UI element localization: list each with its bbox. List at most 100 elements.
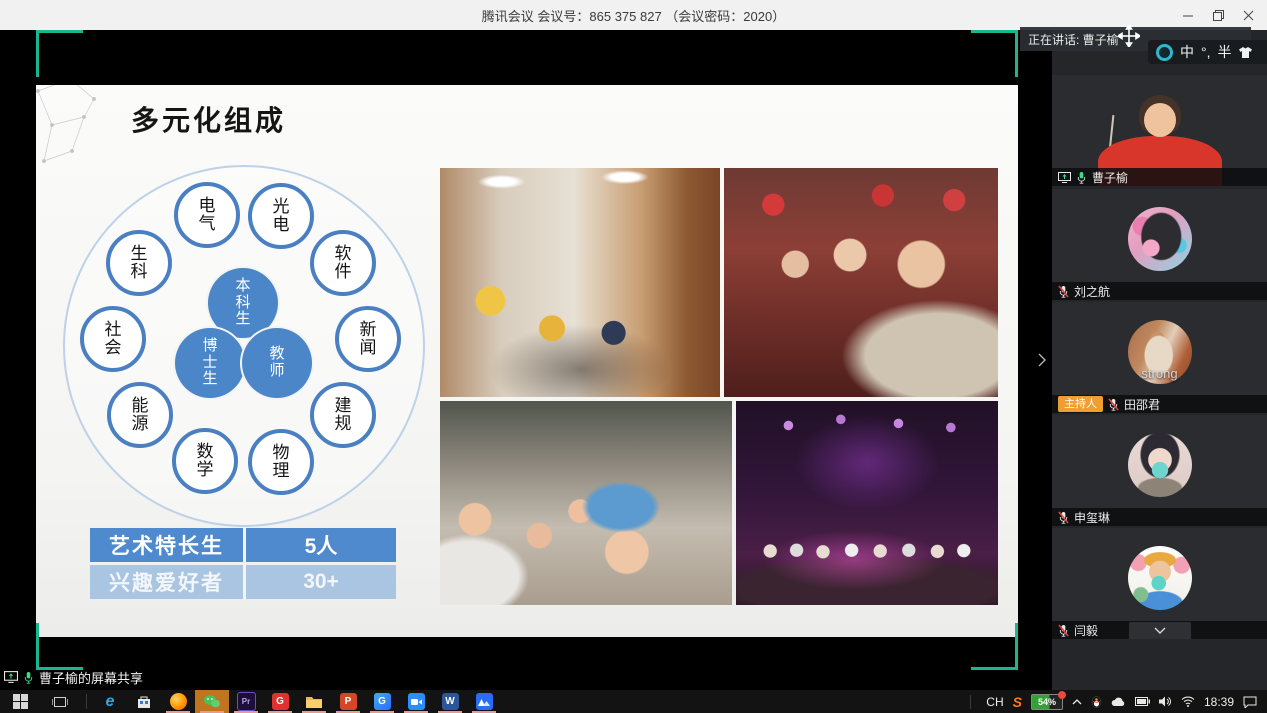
action-center-icon[interactable] [1243,696,1257,708]
window-title: 腾讯会议 会议号：865 375 827 （会议密码：2020） [482,6,785,25]
shared-slide: 多元化组成 电气 光电 软件 新闻 建规 物理 数学 能源 社会 生科 本科生 … [36,85,1018,637]
mic-muted-icon [1058,511,1069,524]
participants-sidebar: 曹子榆 刘之航 strong 主持人 田邵君 [1052,30,1267,690]
word-icon: W [442,693,459,710]
major-circle: 能源 [107,382,173,448]
store-icon [137,695,151,709]
participant-name: 曹子榆 [1092,169,1128,186]
language-indicator[interactable]: CH [986,695,1003,709]
screen-share-icon [4,671,18,683]
row-label: 艺术特长生 [90,528,246,562]
cloud-icon[interactable] [1111,697,1126,707]
restore-icon[interactable] [1203,2,1233,28]
group-selfie-theater [724,168,998,397]
ime-width-toggle[interactable]: 半 [1218,42,1232,62]
g-app-icon: G [374,693,391,710]
battery-percent: 54% [1038,697,1056,707]
firefox-icon [170,693,187,710]
major-circle: 软件 [310,230,376,296]
share-region-corner-bottom-left [36,623,83,670]
major-circle: 光电 [248,183,314,249]
participant-tile[interactable]: 申玺琳 [1052,415,1267,526]
battery-icon[interactable] [1135,697,1150,706]
taskbar-app-powerpoint[interactable]: P [331,690,365,713]
tray-separator [970,695,971,709]
table-row: 艺术特长生 5人 [90,528,396,562]
taskbar-app-blue-app[interactable] [467,690,501,713]
speaking-toast-label: 正在讲话: 曹子榆 [1028,31,1119,48]
group-photo-hall [440,168,720,397]
participant-tile[interactable]: 闫毅 [1052,528,1267,639]
minimize-icon[interactable] [1173,2,1203,28]
participant-center-label: strong [1052,366,1267,381]
wifi-icon[interactable] [1181,696,1195,707]
camera-icon [411,698,422,706]
window-controls [1173,0,1263,30]
row-label: 兴趣爱好者 [90,565,246,599]
mic-muted-icon [1108,398,1119,411]
shirt-icon[interactable] [1239,47,1252,58]
taskbar-app-meeting[interactable] [399,690,433,713]
share-region-corner-top-left [36,30,83,77]
system-tray: CH S 54% 18:39 [964,690,1267,713]
scroll-more-participants-button[interactable] [1129,622,1191,639]
participant-tile[interactable]: 刘之航 [1052,189,1267,300]
participant-name: 刘之航 [1074,283,1110,300]
screen-share-icon [1058,172,1071,183]
share-region-corner-bottom-right [971,623,1018,670]
task-view-icon [52,695,68,709]
taskbar-app-edge[interactable]: e [93,690,127,713]
taskbar-app-firefox[interactable] [161,690,195,713]
participant-name: 闫毅 [1074,622,1098,639]
share-region-corner-top-right [971,30,1018,77]
row-value: 30+ [246,565,396,599]
mic-muted-icon [1058,285,1069,298]
move-cursor-icon [1118,25,1140,47]
taskbar-separator [86,694,87,709]
task-view-button[interactable] [40,690,80,713]
taskbar-app-g-app[interactable]: G [365,690,399,713]
sogou-ime-icon[interactable]: S [1013,694,1022,710]
mic-on-icon [23,671,34,684]
row-value: 5人 [246,528,396,562]
taskbar-app-wechat[interactable] [195,690,229,713]
group-photo-stage [736,401,998,605]
host-badge: 主持人 [1058,396,1103,412]
participant-name: 田邵君 [1124,396,1160,413]
taskbar-app-word[interactable]: W [433,690,467,713]
taskbar-app-explorer[interactable] [297,690,331,713]
group-selfie-outdoor [440,401,732,605]
red-app-icon: G [272,693,289,710]
speaker-icon[interactable] [1159,696,1172,707]
close-icon[interactable] [1233,2,1263,28]
taskbar-app-store[interactable] [127,690,161,713]
ime-punctuation-toggle[interactable]: °, [1201,44,1211,60]
participant-tile[interactable]: strong 主持人 田邵君 [1052,302,1267,413]
wechat-icon [203,694,221,709]
participant-tile[interactable]: 曹子榆 [1052,75,1267,186]
tray-expand-caret-icon[interactable] [1072,699,1082,705]
ime-toolbar[interactable]: 中 °, 半 [1148,40,1267,64]
sidebar-collapse-handle[interactable] [1034,348,1050,372]
start-button[interactable] [0,690,40,713]
mic-on-icon [1076,171,1087,184]
qq-penguin-icon[interactable] [1091,695,1102,708]
window-titlebar: 腾讯会议 会议号：865 375 827 （会议密码：2020） [0,0,1267,30]
table-row: 兴趣爱好者 30+ [90,565,396,599]
major-circle: 新闻 [335,306,401,372]
file-explorer-icon [306,695,322,708]
avatar [1128,546,1192,610]
major-circle: 生科 [106,230,172,296]
clock[interactable]: 18:39 [1204,695,1234,709]
screen-share-status-banner: 曹子榆的屏幕共享 [4,667,143,687]
major-circle: 社会 [80,306,146,372]
sogou-ring-icon[interactable] [1156,44,1173,61]
chevron-down-icon [1154,627,1166,634]
major-circle: 建规 [310,382,376,448]
battery-widget[interactable]: 54% [1031,694,1063,710]
taskbar-app-red-app[interactable]: G [263,690,297,713]
powerpoint-icon: P [340,693,357,710]
edge-icon: e [102,693,119,710]
ime-mode-toggle[interactable]: 中 [1180,42,1194,62]
taskbar-app-premiere[interactable]: Pr [229,690,263,713]
